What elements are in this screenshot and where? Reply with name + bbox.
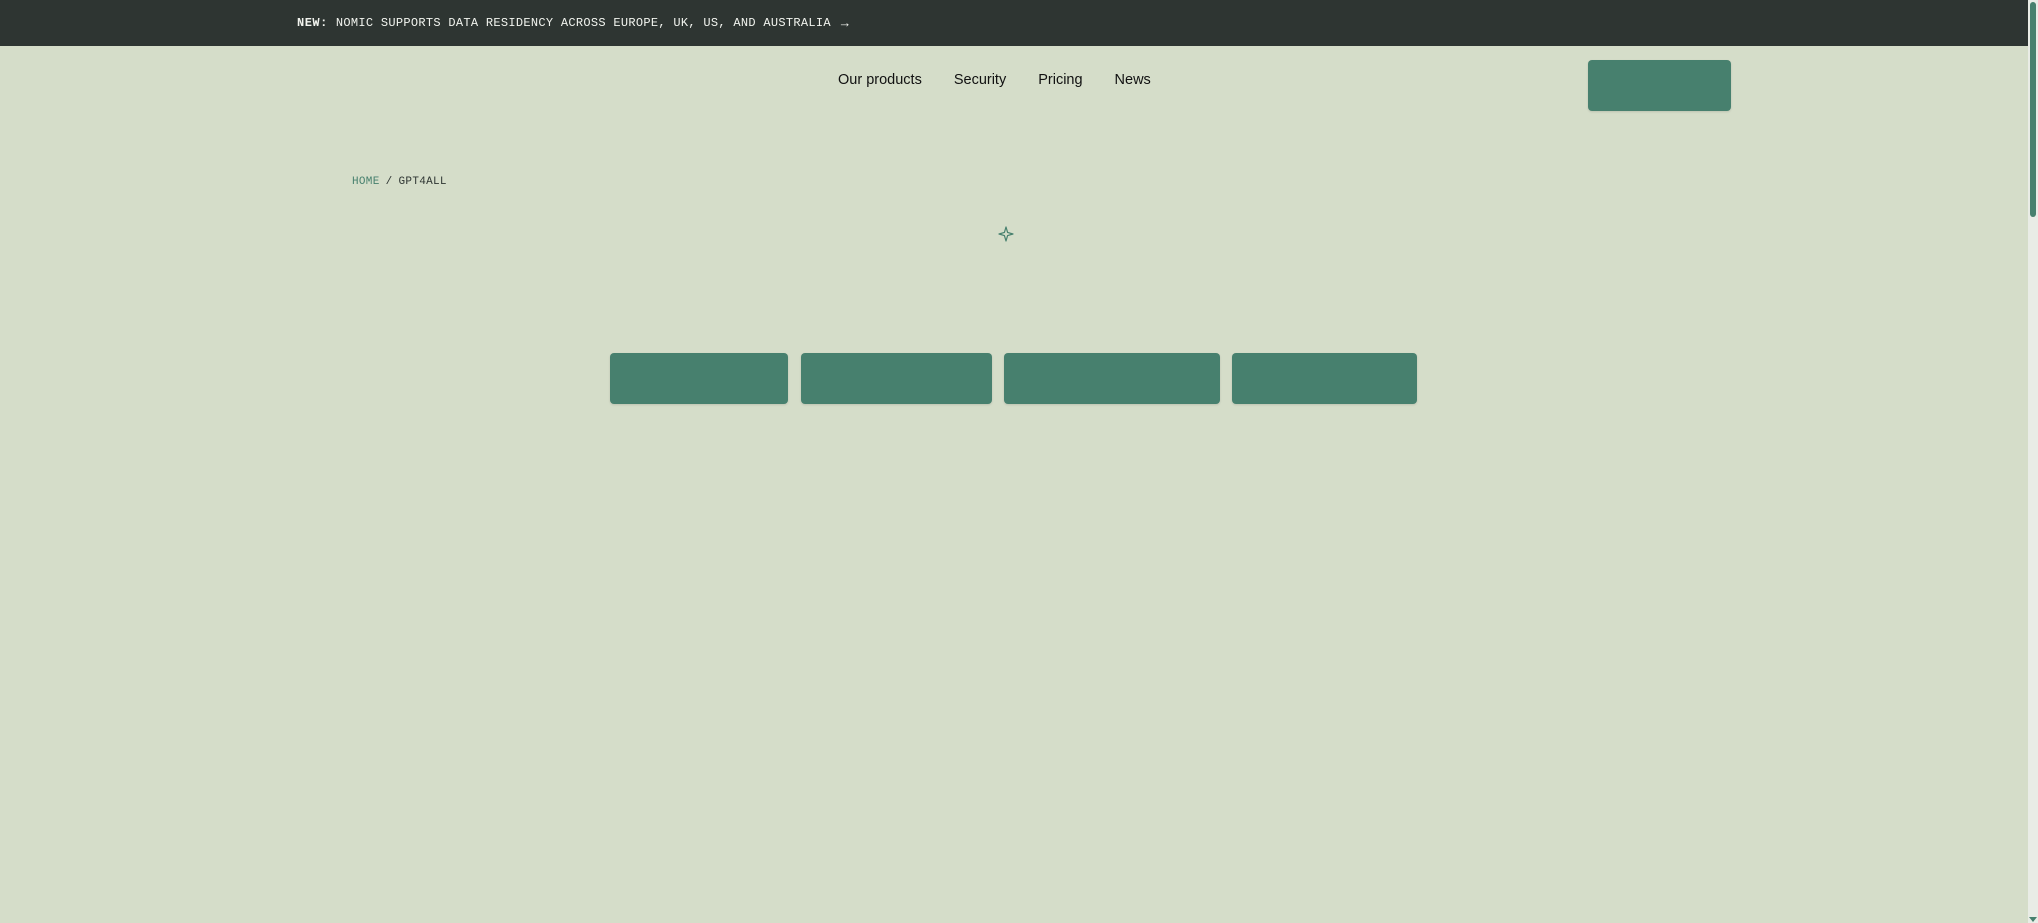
sparkle-icon — [998, 226, 1014, 242]
breadcrumb-home-link[interactable]: HOME — [352, 176, 380, 188]
breadcrumb: HOME / GPT4ALL — [352, 176, 447, 188]
download-button-2[interactable] — [801, 353, 992, 404]
nav-item-pricing[interactable]: Pricing — [1038, 72, 1082, 88]
page-scrollbar[interactable] — [2028, 0, 2038, 923]
breadcrumb-separator: / — [385, 176, 393, 188]
nav-item-our-products[interactable]: Our products — [838, 72, 922, 88]
scroll-down-icon[interactable] — [2029, 917, 2037, 922]
nav-item-security[interactable]: Security — [954, 72, 1006, 88]
arrow-right-icon: → — [840, 15, 849, 31]
header-cta-button[interactable] — [1588, 60, 1731, 111]
nav-item-news[interactable]: News — [1115, 72, 1151, 88]
announcement-text: NOMIC SUPPORTS DATA RESIDENCY ACROSS EUR… — [335, 16, 831, 30]
download-button-1[interactable] — [610, 353, 788, 404]
main-nav: Our products Security Pricing News — [838, 72, 1151, 88]
download-button-4[interactable] — [1232, 353, 1417, 404]
scrollbar-thumb[interactable] — [2030, 2, 2036, 217]
announcement-tag: NEW: — [297, 16, 328, 30]
breadcrumb-current: GPT4ALL — [398, 176, 447, 188]
download-button-3[interactable] — [1004, 353, 1220, 404]
announcement-link[interactable]: NEW: NOMIC SUPPORTS DATA RESIDENCY ACROS… — [297, 0, 849, 46]
announcement-banner: NEW: NOMIC SUPPORTS DATA RESIDENCY ACROS… — [0, 0, 2028, 46]
